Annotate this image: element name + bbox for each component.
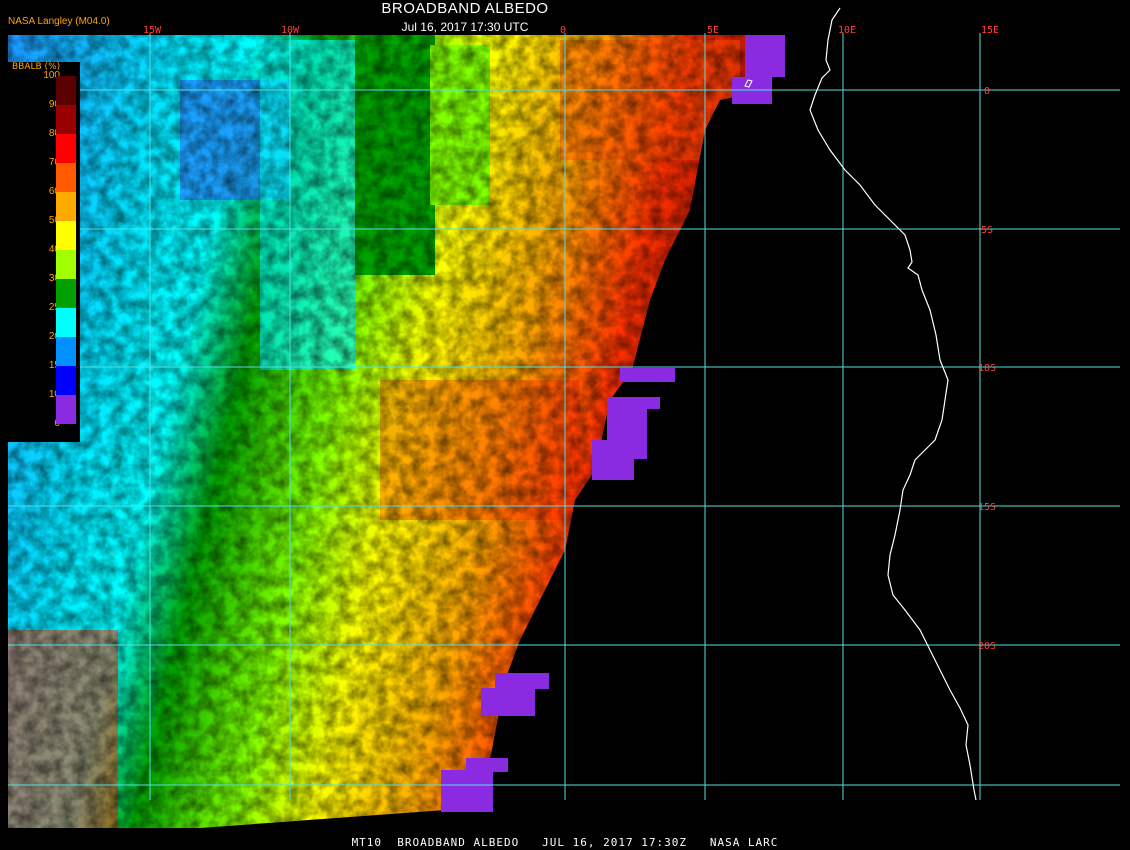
page-title: BROADBAND ALBEDO [381, 0, 549, 17]
legend-swatch [56, 163, 76, 192]
latitude-label: 5S [981, 225, 993, 236]
legend-label: 0 [26, 418, 60, 429]
nodata-patch [495, 673, 549, 689]
legend-swatch [56, 337, 76, 366]
latitude-label: 15S [978, 502, 996, 513]
legend-swatch [56, 366, 76, 395]
legend-label: 30 [48, 273, 60, 284]
legend-label: 70 [48, 157, 60, 168]
legend-label: 20 [48, 331, 60, 342]
nodata-patch [745, 35, 785, 77]
nodata-patch [481, 688, 535, 716]
nodata-patch [466, 758, 508, 772]
legend-swatch [56, 221, 76, 250]
legend-label: 10 [48, 389, 60, 400]
nodata-patch [620, 368, 675, 382]
legend-label: 90 [48, 99, 60, 110]
latitude-label: 20S [978, 641, 996, 652]
legend-swatch [56, 105, 76, 134]
timestamp: Jul 16, 2017 17:30 UTC [401, 20, 529, 34]
legend-swatch [56, 76, 76, 105]
legend-swatch [56, 250, 76, 279]
legend-label: 15 [48, 360, 60, 371]
legend-swatch [56, 134, 76, 163]
provider-label: NASA Langley (M04.0) [8, 16, 110, 27]
latitude-label: 0 [984, 86, 990, 97]
legend-label: 50 [48, 215, 60, 226]
legend-label: 80 [48, 128, 60, 139]
legend-swatch [56, 279, 76, 308]
legend-swatch [56, 192, 76, 221]
coastline [809, 7, 977, 801]
legend-swatch [56, 308, 76, 337]
legend-label: 100 [43, 70, 60, 81]
albedo-map: 15W 10W 0 5E 10E 15E05S10S15S20S [8, 7, 1120, 828]
legend-swatch [56, 395, 76, 424]
nodata-patch [592, 440, 634, 480]
latitude-label: 10S [978, 363, 996, 374]
nodata-patch [607, 397, 660, 409]
legend-label: 40 [48, 244, 60, 255]
color-legend: BBALB (%) 10090807060504030252015100 [8, 62, 80, 442]
legend-label: 25 [48, 302, 60, 313]
footer-caption: MT10 BROADBAND ALBEDO JUL 16, 2017 17:30… [351, 836, 779, 849]
nodata-patch [441, 770, 493, 812]
legend-label: 60 [48, 186, 60, 197]
